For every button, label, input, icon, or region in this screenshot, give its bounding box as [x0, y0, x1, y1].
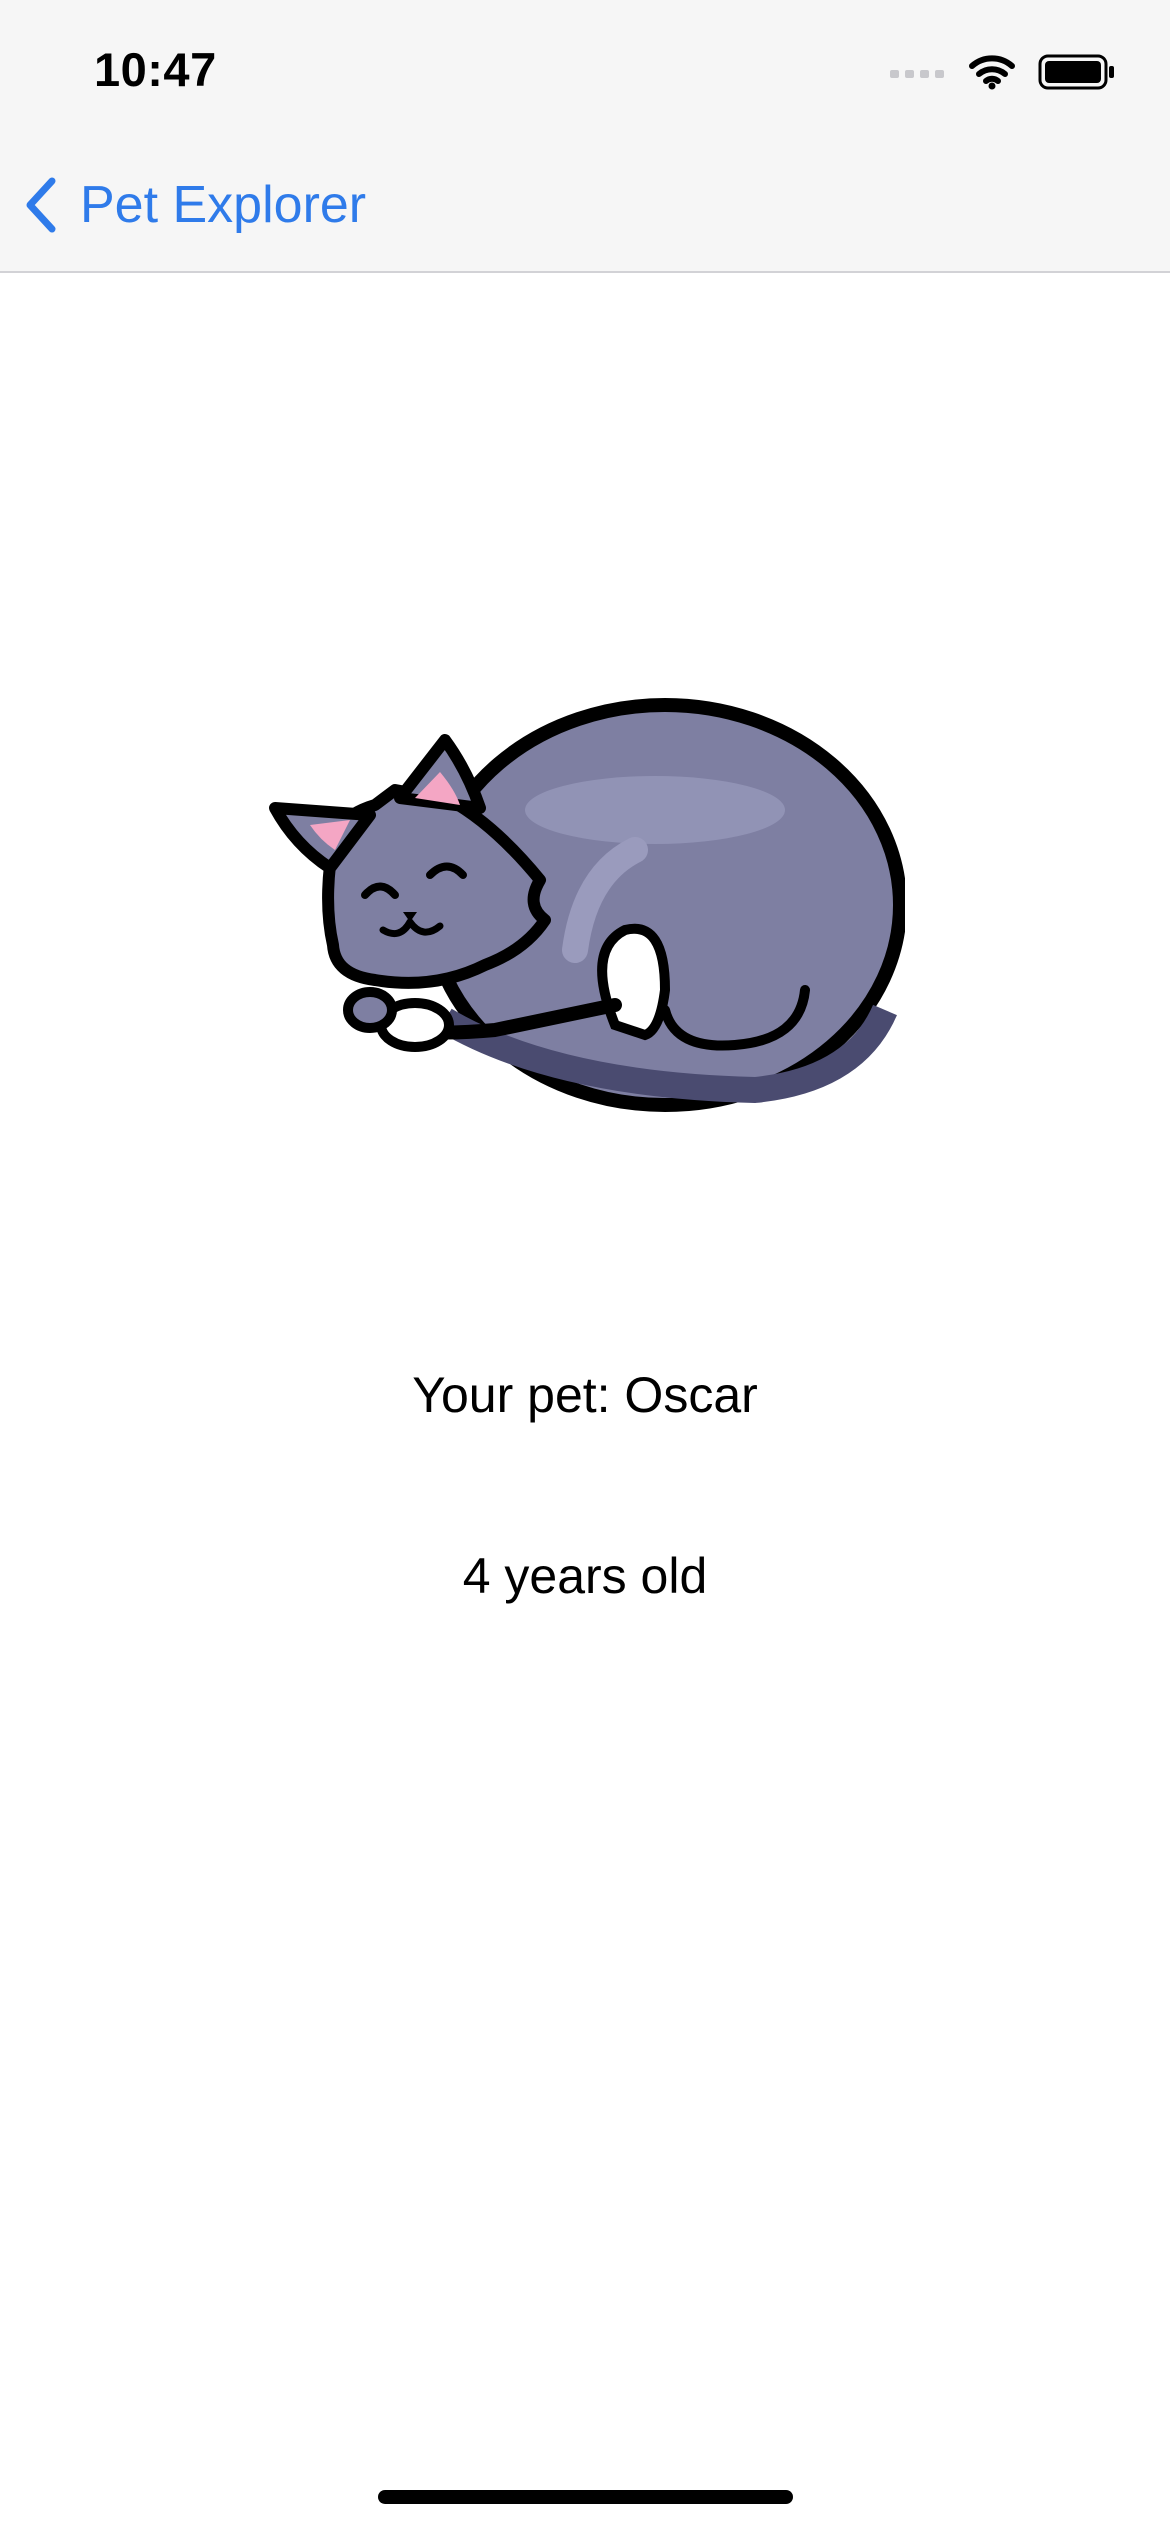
back-button[interactable]: Pet Explorer	[22, 170, 366, 240]
battery-icon	[1038, 54, 1114, 90]
chevron-left-icon	[26, 177, 56, 233]
home-indicator[interactable]	[378, 2490, 793, 2504]
pet-name-label: Your pet: Oscar	[412, 1367, 758, 1423]
pet-detail-screen: 10:47 Pet Explorer Your pet: Oscar 4 yea…	[0, 0, 1170, 2532]
status-icons	[890, 52, 1116, 92]
sleeping-cat-illustration	[269, 698, 905, 1112]
navigation-bar: 10:47 Pet Explorer	[0, 0, 1170, 273]
cellular-signal-icon	[890, 70, 944, 78]
pet-age-label: 4 years old	[462, 1548, 708, 1604]
wifi-icon	[969, 55, 1015, 90]
status-time: 10:47	[94, 43, 217, 96]
back-button-label: Pet Explorer	[80, 176, 367, 234]
